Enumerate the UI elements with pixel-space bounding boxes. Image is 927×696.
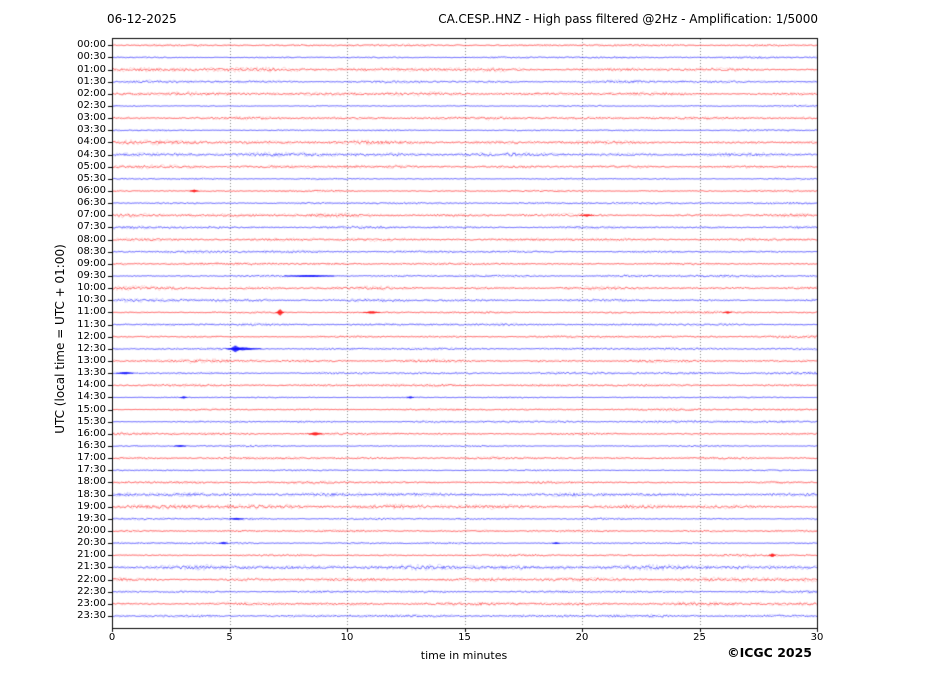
- y-tick-label: 22:30: [77, 585, 106, 597]
- y-tick-label: 16:00: [77, 427, 106, 439]
- y-tick-label: 03:00: [77, 112, 106, 124]
- copyright-text: ©ICGC 2025: [727, 645, 812, 660]
- y-tick-label: 16:30: [77, 440, 106, 451]
- x-tick-label: 5: [226, 632, 233, 643]
- y-tick-label: 20:30: [77, 537, 106, 549]
- x-tick-label: 25: [693, 632, 706, 643]
- y-tick-label: 19:30: [77, 512, 106, 524]
- y-tick-label: 02:30: [77, 100, 106, 111]
- y-tick-label: 04:00: [77, 136, 106, 148]
- y-tick-label: 06:00: [77, 185, 106, 196]
- y-tick-label: 12:00: [77, 330, 106, 342]
- y-tick-label: 03:30: [77, 124, 106, 136]
- y-tick-label: 15:00: [77, 403, 106, 415]
- y-tick-label: 14:00: [77, 379, 106, 391]
- x-tick-label: 30: [810, 632, 824, 643]
- helicorder-figure: 06-12-2025 CA.CESP..HNZ - High pass filt…: [0, 0, 927, 696]
- figure-date-title: 06-12-2025: [107, 12, 177, 26]
- y-tick-label: 00:30: [77, 51, 106, 63]
- helicorder-plot-canvas: [0, 0, 927, 696]
- y-tick-label: 14:30: [77, 391, 106, 403]
- y-tick-label: 01:30: [77, 75, 106, 87]
- y-tick-label: 23:00: [77, 597, 106, 609]
- x-tick-label: 20: [575, 632, 589, 643]
- y-tick-label: 19:00: [77, 500, 106, 512]
- x-axis-label: time in minutes: [420, 649, 508, 662]
- y-tick-label: 13:30: [77, 367, 106, 379]
- y-tick-label: 00:00: [77, 39, 106, 51]
- y-tick-label: 23:30: [77, 610, 106, 621]
- y-tick-label: 13:00: [77, 355, 106, 366]
- y-tick-label: 10:00: [77, 282, 106, 294]
- y-tick-label: 18:00: [77, 476, 106, 488]
- y-tick-label: 17:30: [77, 464, 106, 476]
- y-tick-label: 22:00: [77, 573, 106, 585]
- y-tick-label: 09:00: [77, 257, 106, 269]
- y-tick-label: 07:00: [77, 209, 106, 221]
- y-tick-label: 08:30: [77, 245, 106, 257]
- y-tick-label: 09:30: [77, 270, 106, 281]
- y-tick-label: 01:00: [77, 63, 106, 75]
- y-tick-label: 08:00: [77, 233, 106, 245]
- y-tick-label: 07:30: [77, 221, 106, 233]
- x-tick-label: 10: [340, 632, 354, 643]
- y-tick-label: 10:30: [77, 294, 106, 306]
- y-tick-label: 18:30: [77, 488, 106, 500]
- figure-station-title: CA.CESP..HNZ - High pass filtered @2Hz -…: [438, 12, 818, 26]
- y-tick-label: 21:30: [77, 561, 106, 573]
- y-tick-label: 05:30: [77, 172, 106, 184]
- y-tick-label: 11:30: [77, 318, 106, 330]
- y-tick-label: 20:00: [77, 525, 106, 536]
- y-tick-label: 17:00: [77, 452, 106, 464]
- y-tick-label: 15:30: [77, 415, 106, 427]
- y-tick-label: 21:00: [77, 549, 106, 561]
- y-tick-label: 04:30: [77, 148, 106, 160]
- y-tick-label: 02:00: [77, 87, 106, 99]
- y-tick-label: 05:00: [77, 160, 106, 172]
- x-tick-label: 15: [458, 632, 471, 643]
- x-tick-label: 0: [108, 632, 116, 643]
- y-tick-label: 06:30: [77, 197, 106, 209]
- y-tick-label: 12:30: [77, 342, 106, 354]
- y-tick-label: 11:00: [77, 306, 106, 318]
